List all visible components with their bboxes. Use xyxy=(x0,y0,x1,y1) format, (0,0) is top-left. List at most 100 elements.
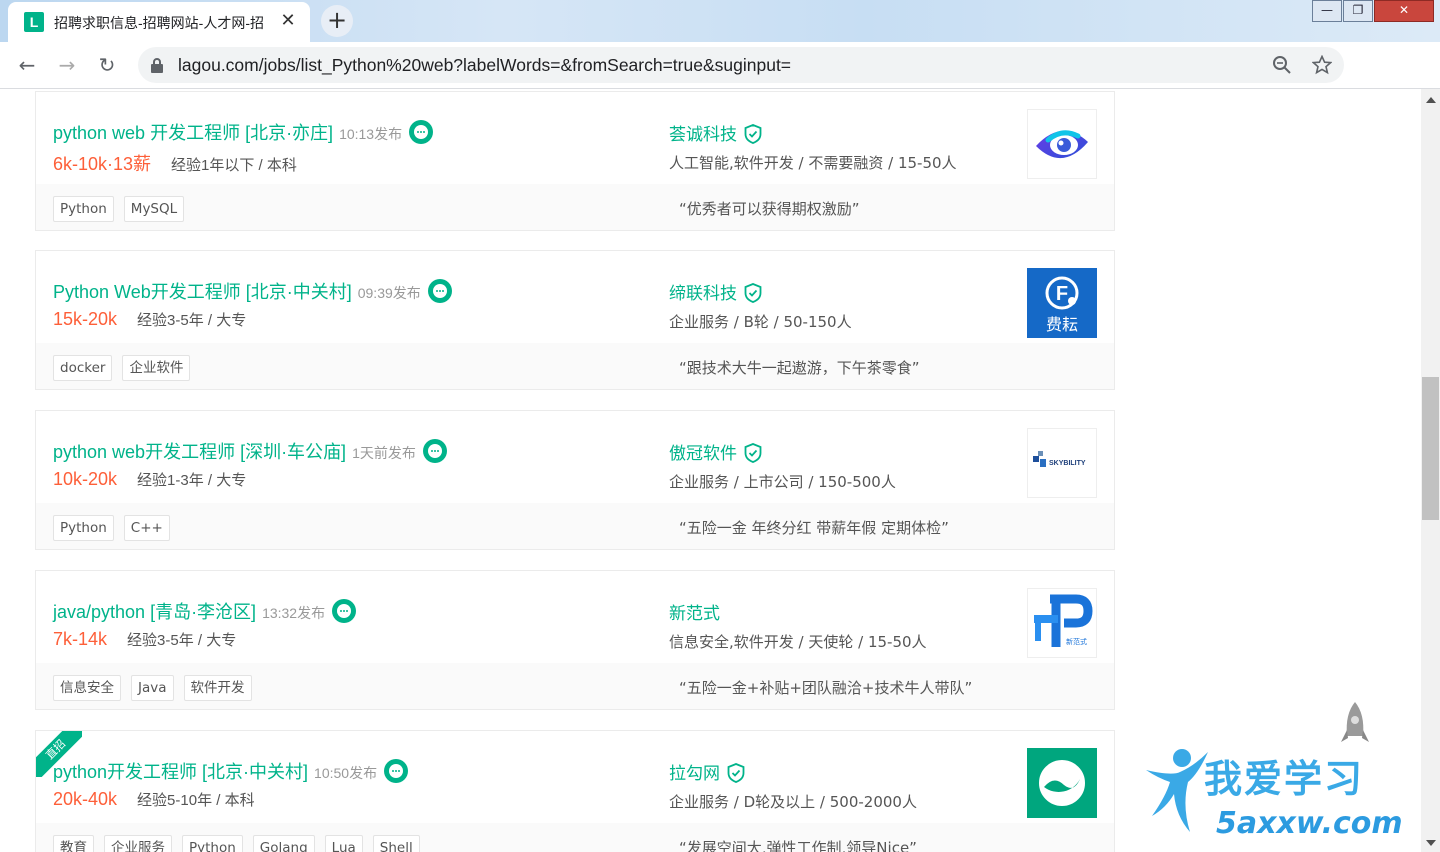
job-requirement: 经验5-10年 / 本科 xyxy=(137,792,255,809)
company-name[interactable]: 傲冠软件 xyxy=(669,444,737,463)
job-tag[interactable]: 教育 xyxy=(53,835,94,852)
company-slogan: “跟技术大牛一起遨游，下午茶零食” xyxy=(679,359,920,377)
address-bar[interactable]: lagou.com/jobs/list_Python%20web?labelWo… xyxy=(138,47,1344,83)
job-card[interactable]: python web开发工程师 [深圳·车公庙] 1天前发布 10k-20k 经验1… xyxy=(35,410,1115,550)
job-title-line[interactable]: python web开发工程师 [深圳·车公庙] 1天前发布 xyxy=(53,438,447,464)
rocket-icon xyxy=(1341,702,1369,742)
company-slogan: “优秀者可以获得期权激励” xyxy=(679,200,860,218)
back-button[interactable]: ← xyxy=(12,50,42,80)
chat-icon[interactable] xyxy=(422,439,447,463)
company-name[interactable]: 荟诚科技 xyxy=(669,125,737,144)
job-tag[interactable]: Python xyxy=(182,835,243,852)
company-logo-feiyun[interactable]: F 费耘 xyxy=(1027,268,1097,338)
verified-shield-icon xyxy=(744,283,762,303)
page-scrollbar[interactable] xyxy=(1421,89,1440,852)
chat-icon[interactable] xyxy=(409,120,434,144)
url-text[interactable]: lagou.com/jobs/list_Python%20web?labelWo… xyxy=(178,55,791,76)
job-tag[interactable]: docker xyxy=(53,355,113,381)
job-title-line[interactable]: Python Web开发工程师 [北京·中关村] 09:39发布 xyxy=(53,278,452,304)
job-tag[interactable]: Golang xyxy=(252,835,315,852)
company-logo-eye[interactable] xyxy=(1027,109,1097,179)
job-title[interactable]: java/python [青岛·李沧区] xyxy=(53,602,256,622)
job-tag[interactable]: Java xyxy=(131,675,174,701)
job-tag[interactable]: MySQL xyxy=(123,196,185,222)
salary: 6k-10k·13薪 xyxy=(53,154,152,174)
job-title-line[interactable]: python web 开发工程师 [北京·亦庄] 10:13发布 xyxy=(53,119,434,145)
scrollbar-thumb[interactable] xyxy=(1422,377,1439,520)
company-name[interactable]: 拉勾网 xyxy=(669,764,720,783)
salary: 7k-14k xyxy=(53,629,108,649)
job-tag[interactable]: 信息安全 xyxy=(53,675,121,701)
job-requirement: 经验1年以下 / 本科 xyxy=(171,157,297,174)
company-logo-skybility[interactable]: SKYBILITY xyxy=(1027,428,1097,498)
job-card[interactable]: java/python [青岛·李沧区] 13:32发布 7k-14k 经验3-5年… xyxy=(35,570,1115,710)
publish-time: 10:50发布 xyxy=(314,765,378,781)
job-tag[interactable]: 企业服务 xyxy=(104,835,172,852)
salary-line: 15k-20k 经验3-5年 / 大专 xyxy=(53,309,246,330)
job-title-line[interactable]: python开发工程师 [北京·中关村] 10:50发布 xyxy=(53,758,409,784)
job-tags: Python MySQL xyxy=(53,196,185,222)
job-requirement: 经验3-5年 / 大专 xyxy=(137,312,247,329)
chat-icon[interactable] xyxy=(427,279,452,303)
publish-time: 09:39发布 xyxy=(357,285,421,301)
chat-icon[interactable] xyxy=(384,759,409,783)
job-tags: 教育 企业服务 Python Golang Lua Shell xyxy=(53,835,420,852)
salary-line: 7k-14k 经验3-5年 / 大专 xyxy=(53,629,236,650)
job-title[interactable]: python web开发工程师 [深圳·车公庙] xyxy=(53,442,346,462)
job-requirement: 经验1-3年 / 大专 xyxy=(137,472,247,489)
job-tag[interactable]: Python xyxy=(53,196,114,222)
company-slogan: “五险一金+补贴+团队融洽+技术牛人带队” xyxy=(679,679,973,697)
company-line[interactable]: 缔联科技 xyxy=(669,279,762,304)
verified-shield-icon xyxy=(744,124,762,144)
close-window-button[interactable]: ✕ xyxy=(1374,0,1434,22)
bookmark-star-icon[interactable] xyxy=(1312,55,1332,75)
zoom-icon[interactable] xyxy=(1272,55,1292,75)
job-card[interactable]: Python Web开发工程师 [北京·中关村] 09:39发布 15k-20k 经… xyxy=(35,250,1115,390)
scroll-down-arrow-icon[interactable] xyxy=(1426,840,1436,846)
company-name[interactable]: 新范式 xyxy=(669,604,720,623)
company-industry: 信息安全,软件开发 / 天使轮 / 15-50人 xyxy=(669,633,927,651)
verified-shield-icon xyxy=(727,763,745,783)
company-line[interactable]: 傲冠软件 xyxy=(669,439,762,464)
browser-toolbar: ← → ↻ lagou.com/jobs/list_Python%20web?l… xyxy=(0,42,1440,119)
job-tag[interactable]: 企业软件 xyxy=(122,355,191,381)
company-logo-xinfanshi[interactable]: 新范式 xyxy=(1027,588,1097,658)
salary: 20k-40k xyxy=(53,789,118,809)
company-line[interactable]: 荟诚科技 xyxy=(669,120,762,145)
job-card[interactable]: python web 开发工程师 [北京·亦庄] 10:13发布 6k-10k·1… xyxy=(35,91,1115,231)
job-title[interactable]: python开发工程师 [北京·中关村] xyxy=(53,762,308,782)
company-name[interactable]: 缔联科技 xyxy=(669,284,737,303)
company-line[interactable]: 拉勾网 xyxy=(669,759,745,784)
job-title[interactable]: Python Web开发工程师 [北京·中关村] xyxy=(53,282,352,302)
logo-text: SKYBILITY xyxy=(1049,460,1086,467)
chat-icon[interactable] xyxy=(332,599,357,623)
publish-time: 13:32发布 xyxy=(262,605,326,621)
job-tag[interactable]: Lua xyxy=(324,835,363,852)
watermark: 我爱学习 5axxw.com xyxy=(1140,700,1422,852)
watermark-text: 我爱学习 xyxy=(1204,757,1365,801)
job-tags: Python C++ xyxy=(53,515,170,541)
company-industry: 企业服务 / B轮 / 50-150人 xyxy=(669,313,852,331)
job-card[interactable]: 直招 python开发工程师 [北京·中关村] 10:50发布 20k-40k 经验… xyxy=(35,730,1115,852)
maximize-button[interactable]: ❐ xyxy=(1343,0,1373,22)
job-tag[interactable]: 软件开发 xyxy=(183,675,252,701)
company-line[interactable]: 新范式 xyxy=(669,599,720,624)
svg-text:F: F xyxy=(1056,283,1068,305)
salary-line: 10k-20k 经验1-3年 / 大专 xyxy=(53,469,246,490)
company-logo-lagou[interactable] xyxy=(1027,748,1097,818)
tab-close-icon[interactable]: ✕ xyxy=(278,11,298,31)
job-tag[interactable]: C++ xyxy=(123,515,170,541)
tab-title: 招聘求职信息-招聘网站-人才网-招 xyxy=(54,15,264,31)
minimize-button[interactable]: — xyxy=(1312,0,1342,22)
job-title-line[interactable]: java/python [青岛·李沧区] 13:32发布 xyxy=(53,598,357,624)
new-tab-button[interactable]: + xyxy=(321,5,353,37)
job-tag[interactable]: Shell xyxy=(372,835,420,852)
browser-tab[interactable]: L 招聘求职信息-招聘网站-人才网-招 ✕ xyxy=(8,2,310,42)
forward-button[interactable]: → xyxy=(52,50,82,80)
publish-time: 1天前发布 xyxy=(352,445,416,461)
job-title[interactable]: python web 开发工程师 [北京·亦庄] xyxy=(53,123,333,143)
scroll-up-arrow-icon[interactable] xyxy=(1426,97,1436,103)
job-tag[interactable]: Python xyxy=(53,515,114,541)
reload-button[interactable]: ↻ xyxy=(92,50,122,80)
lagou-favicon-icon: L xyxy=(24,12,44,32)
